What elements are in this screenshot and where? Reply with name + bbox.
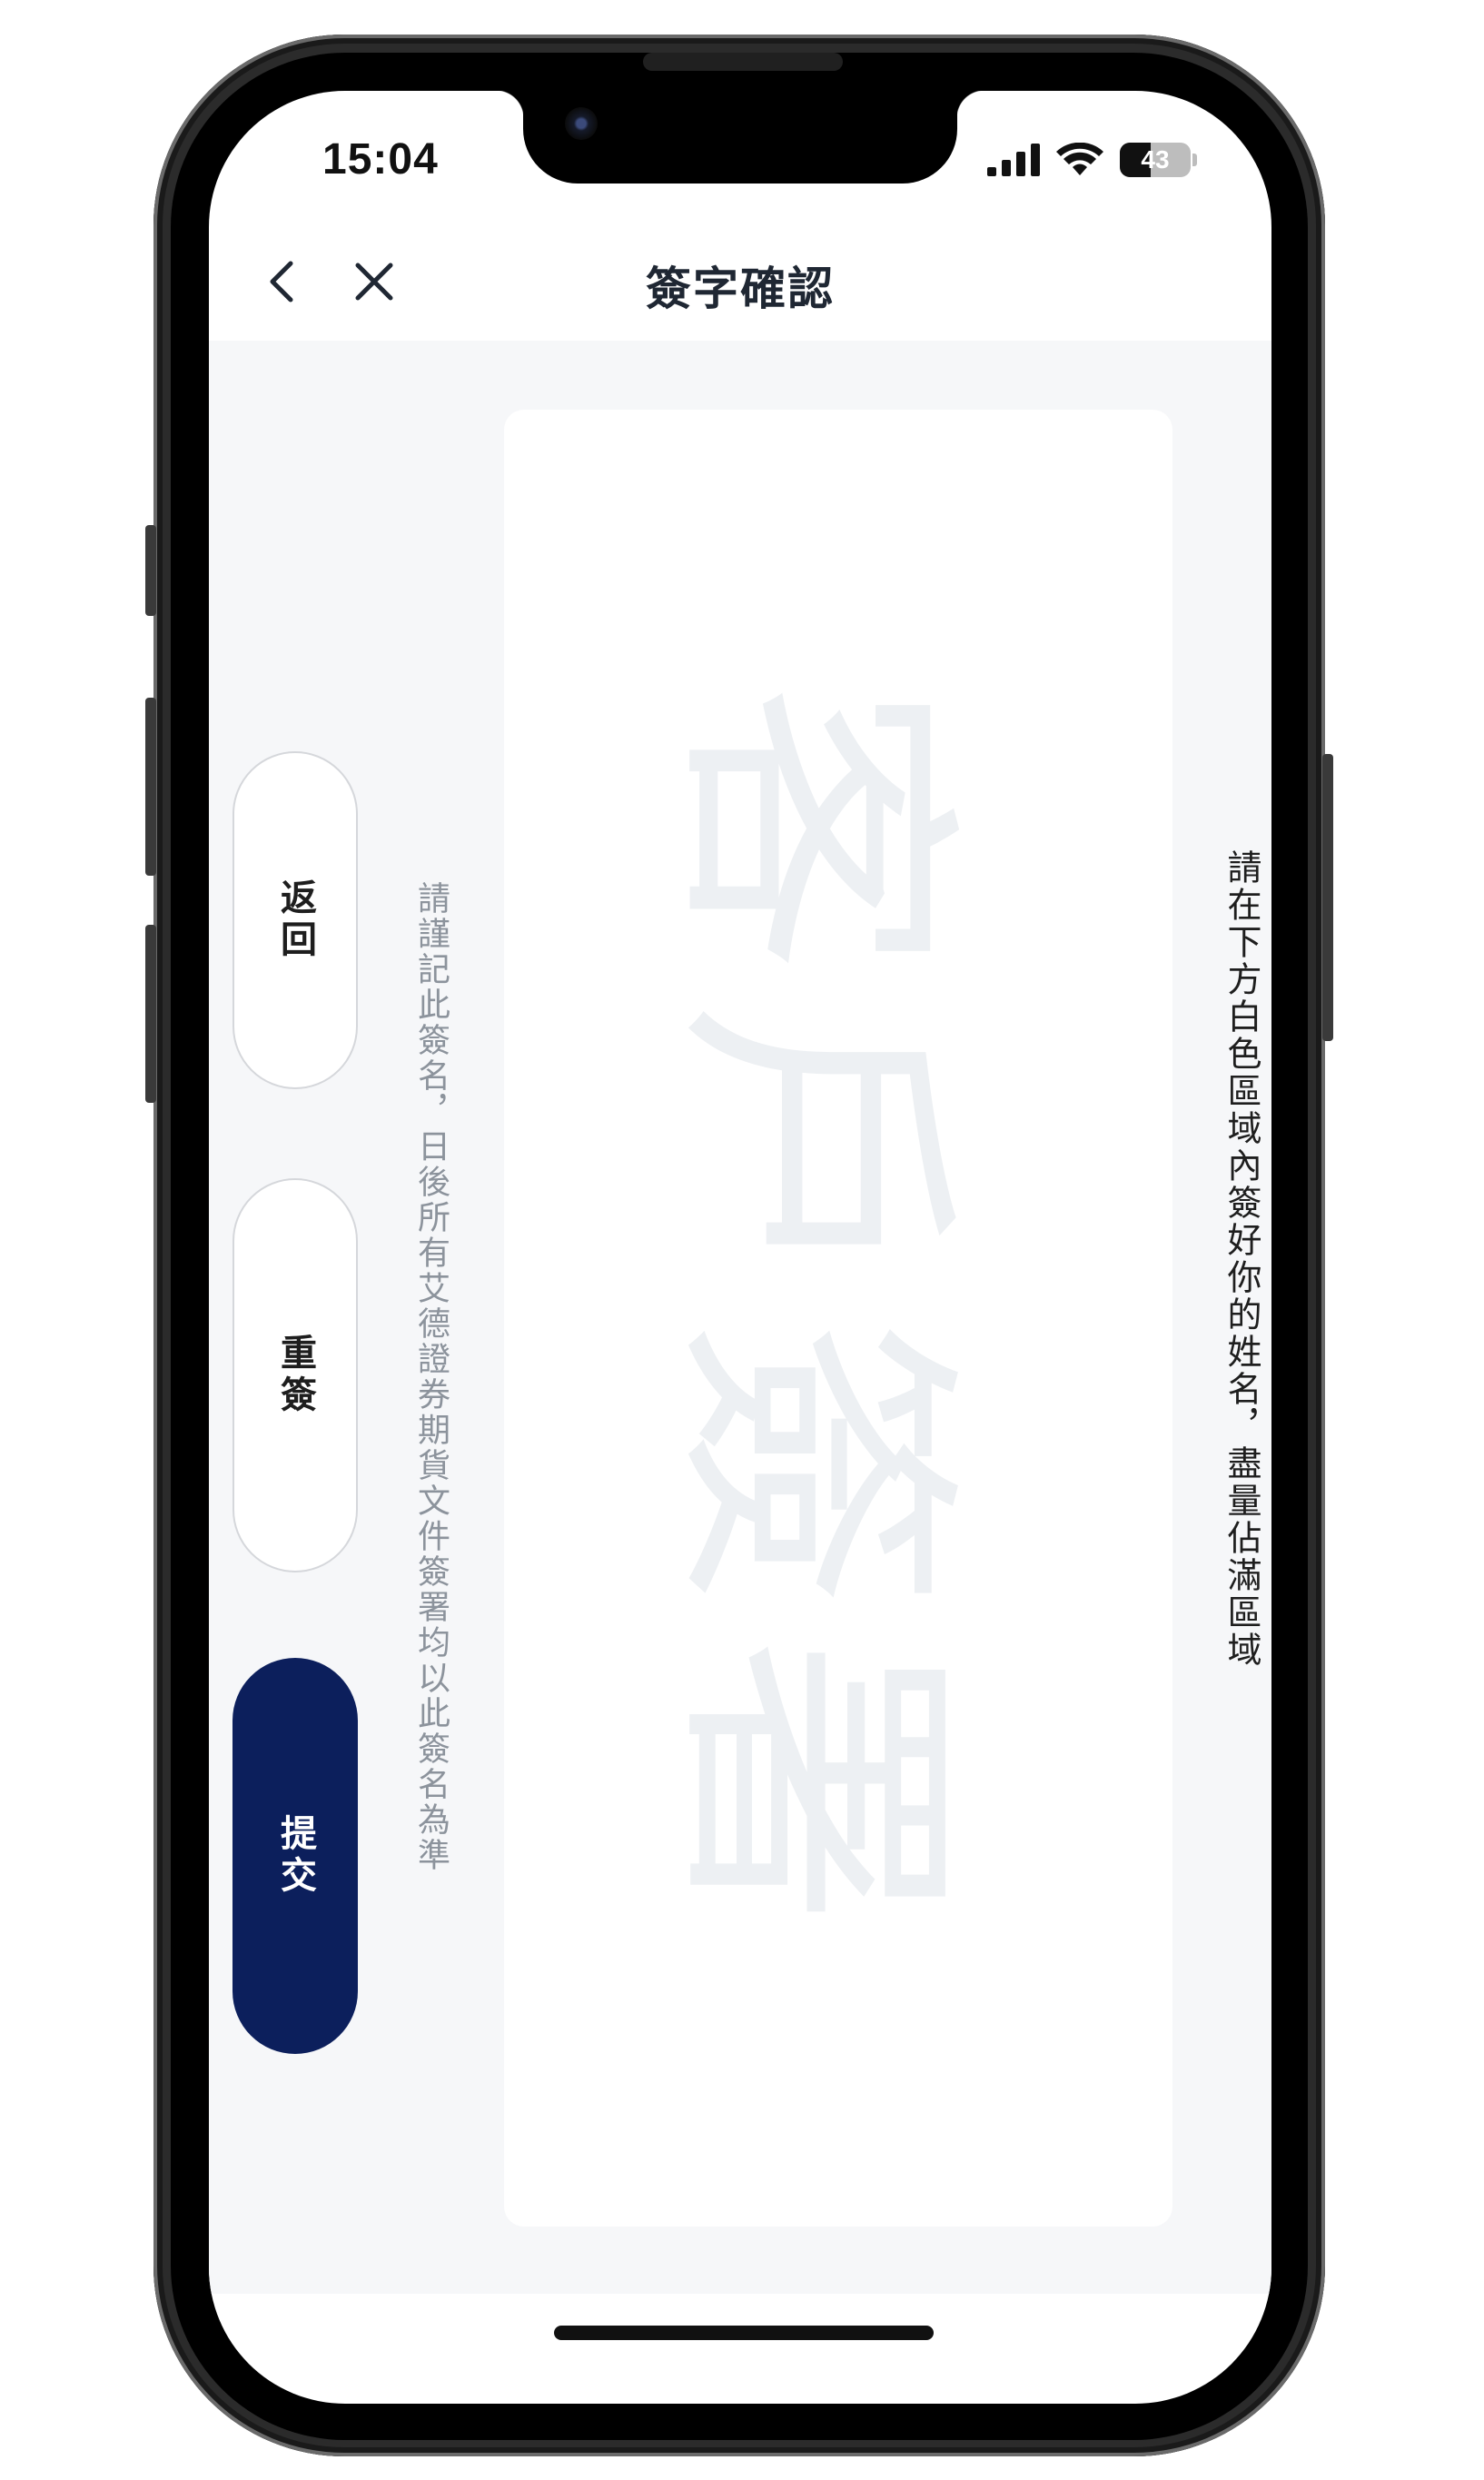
wifi-icon: [1056, 143, 1103, 175]
status-icons: 43: [987, 142, 1197, 178]
signature-content: 客戶簽署 請在下方白色區域內簽好你的姓名，盡量佔滿區域 請謹記此簽名，日後所有艾…: [209, 341, 1271, 2294]
back-button-label: 返回: [274, 878, 316, 962]
power-button: [1322, 754, 1333, 1041]
signature-note: 請謹記此簽名，日後所有艾德證券期貨文件簽署均以此簽名為準: [412, 881, 450, 1873]
resign-button-label: 重簽: [274, 1334, 316, 1417]
signature-pad[interactable]: 客戶簽署: [504, 410, 1172, 2227]
battery-icon: 43: [1120, 143, 1191, 177]
resign-button[interactable]: 重簽: [232, 1178, 358, 1572]
page-title: 簽字確認: [646, 263, 835, 315]
battery-percentage: 43: [1141, 145, 1170, 174]
battery-tip: [1192, 154, 1197, 166]
cellular-signal-icon: [987, 144, 1040, 176]
volume-up-button: [145, 698, 156, 876]
screen: 15:04 43 簽字確認 客戶簽署 請在下方白色區域內簽好你的姓名，盡量佔滿區…: [209, 91, 1271, 2404]
submit-button-label: 提交: [274, 1814, 316, 1898]
watermark-text: 客戶簽署: [643, 682, 982, 1954]
volume-down-button: [145, 925, 156, 1103]
front-camera: [565, 107, 598, 140]
signature-instruction: 請在下方白色區域內簽好你的姓名，盡量佔滿區域: [1222, 849, 1261, 1669]
speaker-grille: [643, 53, 843, 71]
nav-bar: 簽字確認: [209, 227, 1271, 342]
device-root: 15:04 43 簽字確認 客戶簽署 請在下方白色區域內簽好你的姓名，盡量佔滿區…: [0, 0, 1484, 2480]
silent-switch: [145, 525, 156, 616]
back-button[interactable]: 返回: [232, 751, 358, 1089]
home-indicator[interactable]: [554, 2326, 934, 2340]
status-time: 15:04: [322, 135, 439, 184]
signature-watermark: 客戶簽署: [504, 410, 1172, 2227]
submit-button[interactable]: 提交: [232, 1658, 358, 2054]
